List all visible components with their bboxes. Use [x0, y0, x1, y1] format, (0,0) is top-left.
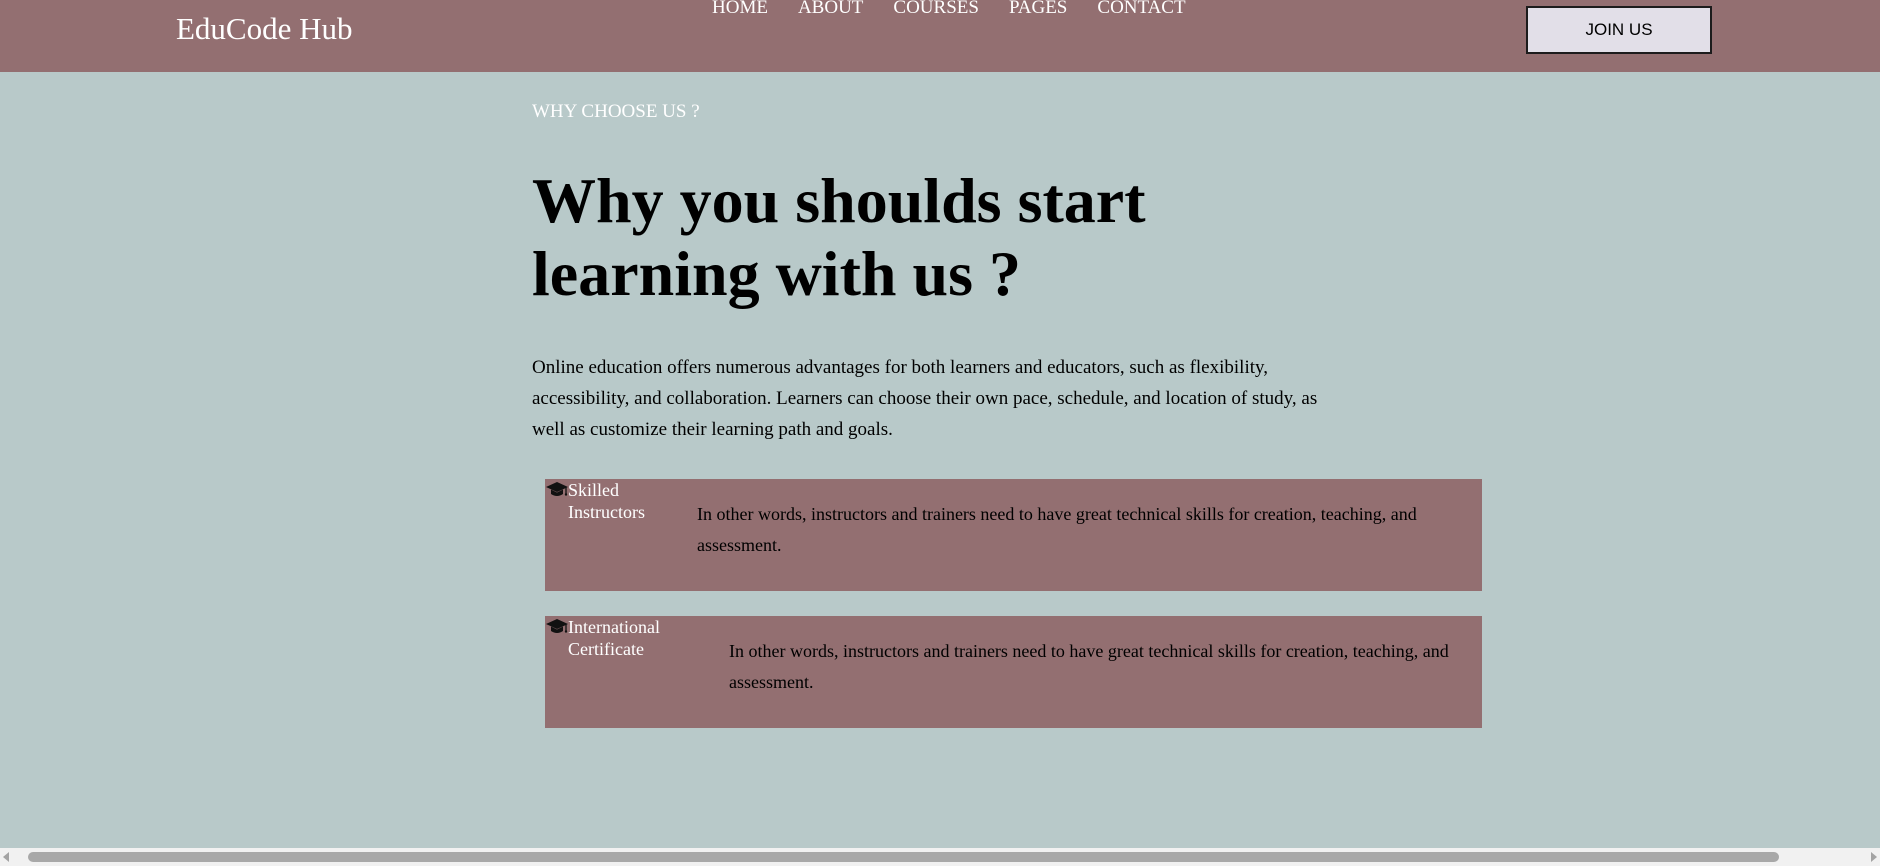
nav-about-link[interactable]: ABOUT: [798, 0, 863, 20]
feature-card-skilled-instructors: Skilled Instructors In other words, inst…: [545, 479, 1482, 591]
section-description: Online education offers numerous advanta…: [532, 357, 1318, 440]
scroll-right-arrow-icon[interactable]: [1871, 852, 1877, 862]
feature-card-international-certificate: International Certificate In other words…: [545, 616, 1482, 728]
scrollbar-corner: [1880, 848, 1896, 866]
horizontal-scrollbar-thumb[interactable]: [28, 852, 1779, 862]
site-header: EduCode Hub HOME ABOUT COURSES PAGES CON…: [0, 0, 1880, 72]
site-logo[interactable]: EduCode Hub: [176, 10, 353, 48]
main-nav: HOME ABOUT COURSES PAGES CONTACT: [712, 0, 1216, 20]
section-eyebrow: WHY CHOOSE US ?: [532, 101, 700, 122]
graduation-cap-icon: [546, 616, 568, 638]
feature-title: Skilled Instructors: [568, 480, 645, 522]
nav-home-link[interactable]: HOME: [712, 0, 768, 20]
horizontal-scrollbar[interactable]: [0, 848, 1880, 866]
feature-text: In other words, instructors and trainers…: [729, 641, 1449, 692]
page-viewport: EduCode Hub HOME ABOUT COURSES PAGES CON…: [0, 0, 1880, 848]
section-headline: Why you shoulds start learning with us ?: [532, 165, 1146, 309]
feature-text: In other words, instructors and trainers…: [697, 504, 1417, 555]
nav-pages-link[interactable]: PAGES: [1009, 0, 1067, 20]
nav-courses-link[interactable]: COURSES: [893, 0, 979, 20]
graduation-cap-icon: [546, 479, 568, 501]
join-us-button[interactable]: JOIN US: [1526, 6, 1712, 54]
vertical-scroll-gutter: [1880, 0, 1896, 848]
feature-title: International Certificate: [568, 617, 660, 659]
nav-contact-link[interactable]: CONTACT: [1097, 0, 1185, 20]
scroll-left-arrow-icon[interactable]: [3, 852, 9, 862]
